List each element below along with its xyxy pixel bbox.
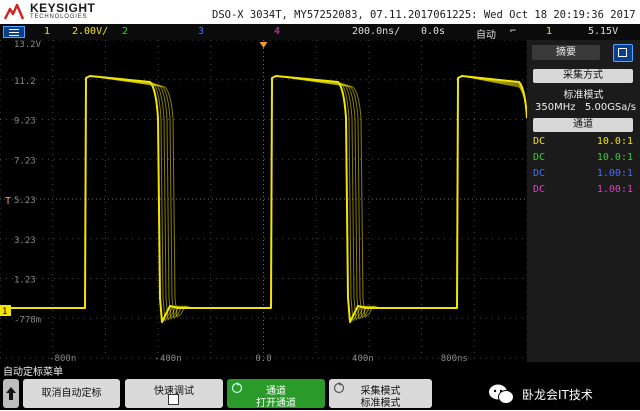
x-tick-label: 400n (352, 354, 374, 362)
menu-title-text: 自动定标菜单 (3, 367, 63, 378)
fast-debug-checkbox[interactable] (168, 394, 179, 405)
trigger-mode[interactable]: 自动 (476, 26, 496, 41)
brand-name: KEYSIGHT (30, 1, 96, 15)
waveform-graticule: 13.2V 11.2 9.23 7.23 5.23 3.23 1.23 -778m -800n -… (0, 40, 527, 362)
graticule-grid (0, 40, 527, 359)
acquire-mode-button[interactable]: 采集模式 标准模式 (329, 379, 432, 409)
probe-ratio: 1.00:1 (596, 184, 633, 195)
y-tick-label: 13.2V (14, 40, 42, 50)
x-tick-label: 0.0 (255, 354, 271, 362)
watermark-text: 卧龙会IT技术 (522, 388, 593, 402)
probe-ratio: 10.0:1 (596, 152, 633, 163)
y-tick-label: 11.2 (14, 77, 36, 87)
back-button[interactable] (3, 379, 19, 408)
ch3-label[interactable]: 3 (198, 26, 204, 37)
arrow-up-icon (6, 387, 16, 400)
x-tick-label: -400n (155, 354, 182, 362)
y-tick-label: 5.23 (14, 196, 36, 206)
channel-row: DC 1.00:1 (533, 184, 633, 198)
trigger-source[interactable]: 1 (546, 26, 552, 37)
main-menu-button[interactable] (3, 26, 25, 38)
probe-ratio: 10.0:1 (596, 136, 633, 147)
trigger-edge-icon: ⌐ (510, 26, 517, 37)
channels-button[interactable]: 通道 打开通道 (227, 379, 325, 409)
trigger-position-marker[interactable] (259, 42, 268, 48)
channel-row: DC 10.0:1 (533, 136, 633, 150)
ch2-label[interactable]: 2 (122, 26, 128, 37)
trigger-level[interactable]: 5.15V (588, 26, 618, 37)
channel-coupling: DC (533, 184, 546, 195)
acquire-mode: 标准模式 (563, 90, 604, 101)
trigger-level-marker[interactable]: T (5, 196, 11, 207)
channel-title[interactable]: 通道 (533, 118, 633, 132)
time-delay[interactable]: 0.0s (421, 26, 445, 37)
acquire-mode-value: 标准模式 (360, 398, 401, 409)
channel-row: DC 10.0:1 (533, 152, 633, 166)
y-tick-label: 7.23 (14, 156, 36, 166)
channels-value: 打开通道 (256, 398, 296, 409)
y-tick-label: 9.23 (14, 117, 36, 127)
keysight-logo-icon (4, 3, 24, 20)
channel-coupling: DC (533, 152, 546, 163)
bandwidth: 350MHz (535, 102, 576, 113)
summary-panel: 摘要 采集方式 标准模式 350MHz 5.00GSa/s 通道 DC 10.0… (527, 40, 640, 362)
sample-rate: 5.00GSa/s (584, 102, 636, 113)
ch1-label[interactable]: 1 (44, 26, 50, 37)
y-tick-label: 3.23 (14, 236, 36, 246)
brand-subtitle: TECHNOLOGIES (30, 14, 88, 20)
instrument-header: KEYSIGHT TECHNOLOGIES DSO-X 3034T, MY572… (0, 0, 640, 24)
y-tick-label: -778m (14, 315, 41, 325)
x-tick-label: 800ns (441, 354, 468, 362)
tab-summary[interactable]: 摘要 (532, 45, 600, 60)
channel-row: DC 1.00:1 (533, 168, 633, 182)
probe-ratio: 1.00:1 (596, 168, 633, 179)
watermark: 卧龙会IT技术 (488, 380, 638, 408)
model-info: DSO-X 3034T, MY57252083, 07.11.201706122… (212, 9, 636, 21)
x-tick-label: -800n (49, 354, 76, 362)
softkey-menu-title: 自动定标菜单 (0, 362, 640, 378)
timebase-scale[interactable]: 200.0ns/ (352, 26, 400, 37)
ch1-marker-label: 1 (2, 307, 7, 317)
y-tick-label: 1.23 (14, 276, 36, 286)
cancel-autoscale-label: 取消自动定标 (41, 388, 102, 399)
wechat-icon (489, 384, 514, 404)
channel-coupling: DC (533, 168, 546, 179)
panel-menu-icon[interactable] (613, 44, 633, 62)
cancel-autoscale-button[interactable]: 取消自动定标 (23, 379, 120, 408)
acquire-title[interactable]: 采集方式 (533, 69, 633, 83)
waveform-display[interactable]: 13.2V 11.2 9.23 7.23 5.23 3.23 1.23 -778m -800n -… (0, 40, 527, 362)
ch1-scale[interactable]: 2.00V/ (72, 26, 108, 37)
channel-coupling: DC (533, 136, 546, 147)
fast-debug-button[interactable]: 快速调试 (125, 379, 223, 408)
ch4-label[interactable]: 4 (274, 26, 280, 37)
channel-settings-bar: 1 2.00V/ 2 3 4 200.0ns/ 0.0s 自动 ⌐ 1 5.15… (0, 24, 640, 41)
